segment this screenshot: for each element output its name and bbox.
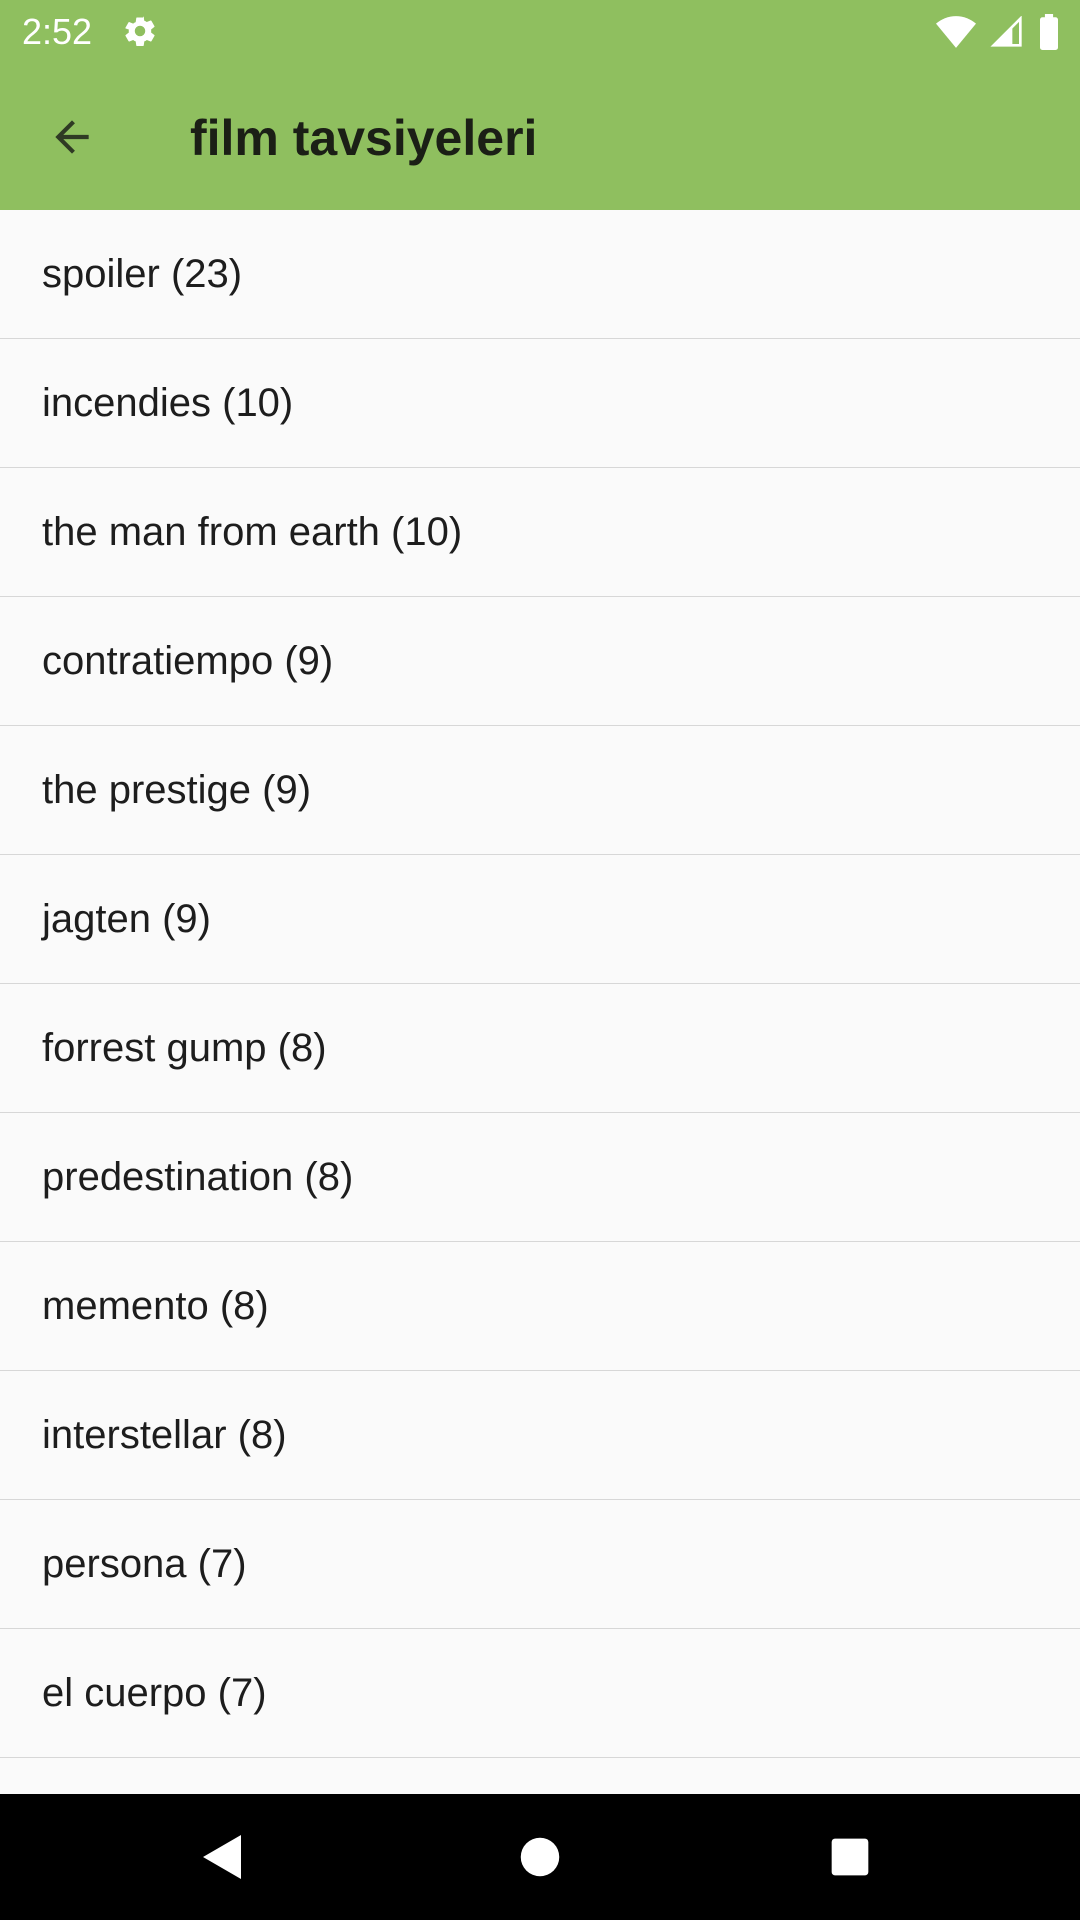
list-item-label: incendies (10) (42, 381, 294, 425)
back-button[interactable] (32, 101, 112, 173)
signal-icon (990, 16, 1022, 47)
nav-home-button[interactable] (505, 1822, 575, 1892)
list-item[interactable]: the prestige (9) (0, 726, 1080, 855)
list-item[interactable]: the man from earth (10) (0, 468, 1080, 597)
nav-back-button[interactable] (188, 1822, 258, 1892)
list-item[interactable]: incendies (10) (0, 339, 1080, 468)
list-item-label: predestination (8) (42, 1155, 354, 1199)
arrow-back-icon (55, 120, 89, 154)
film-list: spoiler (23) incendies (10) the man from… (0, 210, 1080, 1794)
list-item[interactable]: spoiler (23) (0, 210, 1080, 339)
list-item-label: persona (7) (42, 1542, 247, 1586)
list-item-label: el cuerpo (7) (42, 1671, 267, 1715)
page-title: film tavsiyeleri (190, 110, 538, 166)
navigation-bar (0, 1794, 1080, 1920)
app-bar: film tavsiyeleri (0, 63, 1080, 210)
status-icons (936, 12, 1060, 52)
list-item-label: contratiempo (9) (42, 639, 334, 683)
nav-recents-button[interactable] (815, 1822, 885, 1892)
status-time: 2:52 (22, 11, 93, 52)
list-item-label: spoiler (23) (42, 252, 243, 296)
list-item[interactable]: el cuerpo (7) (0, 1629, 1080, 1758)
list-item-label: interstellar (8) (42, 1413, 287, 1457)
home-circle-icon (520, 1837, 560, 1877)
battery-icon (1040, 14, 1058, 50)
list-item[interactable]: memento (8) (0, 1242, 1080, 1371)
list-item-label: jagten (9) (42, 897, 211, 941)
list-item[interactable]: contratiempo (9) (0, 597, 1080, 726)
recents-square-icon (831, 1838, 869, 1876)
screen: 2:52 film tavsiyeleri spoiler (23) incen… (0, 0, 1080, 1920)
list-item-label: the prestige (9) (42, 768, 312, 812)
list-item-label: forrest gump (8) (42, 1026, 327, 1070)
list-item[interactable]: jagten (9) (0, 855, 1080, 984)
status-bar: 2:52 (0, 0, 1080, 63)
wifi-icon (936, 16, 976, 48)
list-item[interactable]: persona (7) (0, 1500, 1080, 1629)
gear-icon (125, 16, 155, 47)
list-item-label: the man from earth (10) (42, 510, 463, 554)
list-item[interactable]: forrest gump (8) (0, 984, 1080, 1113)
list-item[interactable]: interstellar (8) (0, 1371, 1080, 1500)
list-item-label: memento (8) (42, 1284, 269, 1328)
back-triangle-icon (203, 1835, 241, 1879)
list-item[interactable]: predestination (8) (0, 1113, 1080, 1242)
